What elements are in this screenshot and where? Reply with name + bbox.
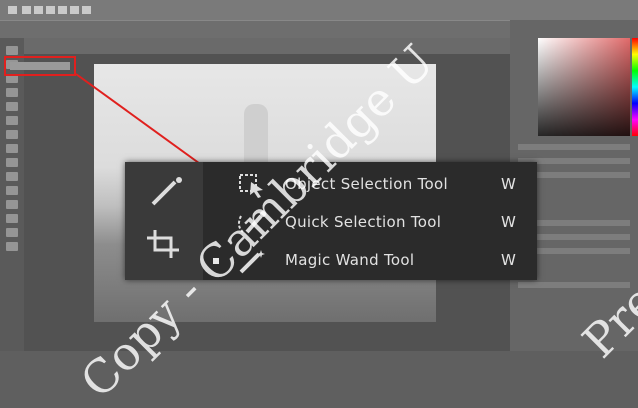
type-tool-icon[interactable] xyxy=(6,242,18,251)
eraser-tool-icon[interactable] xyxy=(6,186,18,195)
menu-item[interactable] xyxy=(82,6,91,14)
eyedropper-tool-icon[interactable] xyxy=(6,116,18,125)
crop-tool-icon[interactable] xyxy=(143,226,187,260)
hue-slider[interactable] xyxy=(632,38,638,136)
menu-item[interactable] xyxy=(70,6,79,14)
selection-tool-icon[interactable] xyxy=(6,88,18,97)
tools-panel xyxy=(0,38,24,351)
dodge-tool-icon[interactable] xyxy=(6,214,18,223)
flyout-item-label: Magic Wand Tool xyxy=(285,251,415,269)
shortcut-key: W xyxy=(501,175,516,193)
menu-item[interactable] xyxy=(58,6,67,14)
move-tool-icon[interactable] xyxy=(6,46,18,55)
color-picker-field[interactable] xyxy=(538,38,630,136)
brush-tool-icon[interactable] xyxy=(6,144,18,153)
menu-bar xyxy=(0,0,638,20)
gradient-tool-icon[interactable] xyxy=(6,200,18,209)
menu-item[interactable] xyxy=(46,6,55,14)
highlight-box xyxy=(4,56,76,76)
photoshop-window: Object Selection Tool W Quick Selection … xyxy=(0,0,638,408)
panel-row xyxy=(518,144,630,150)
document-tab-strip[interactable] xyxy=(24,38,510,54)
pen-tool-icon[interactable] xyxy=(6,228,18,237)
healing-tool-icon[interactable] xyxy=(6,130,18,139)
app-logo-icon xyxy=(8,6,17,14)
crop-tool-icon[interactable] xyxy=(6,102,18,111)
shortcut-key: W xyxy=(501,251,516,269)
history-brush-tool-icon[interactable] xyxy=(6,172,18,181)
menu-item[interactable] xyxy=(22,6,31,14)
shortcut-key: W xyxy=(501,213,516,231)
highlighted-tool-group xyxy=(10,62,70,70)
magic-wand-icon[interactable] xyxy=(143,174,187,208)
stamp-tool-icon[interactable] xyxy=(6,158,18,167)
menu-item[interactable] xyxy=(34,6,43,14)
flyout-item-label: Quick Selection Tool xyxy=(285,213,442,231)
